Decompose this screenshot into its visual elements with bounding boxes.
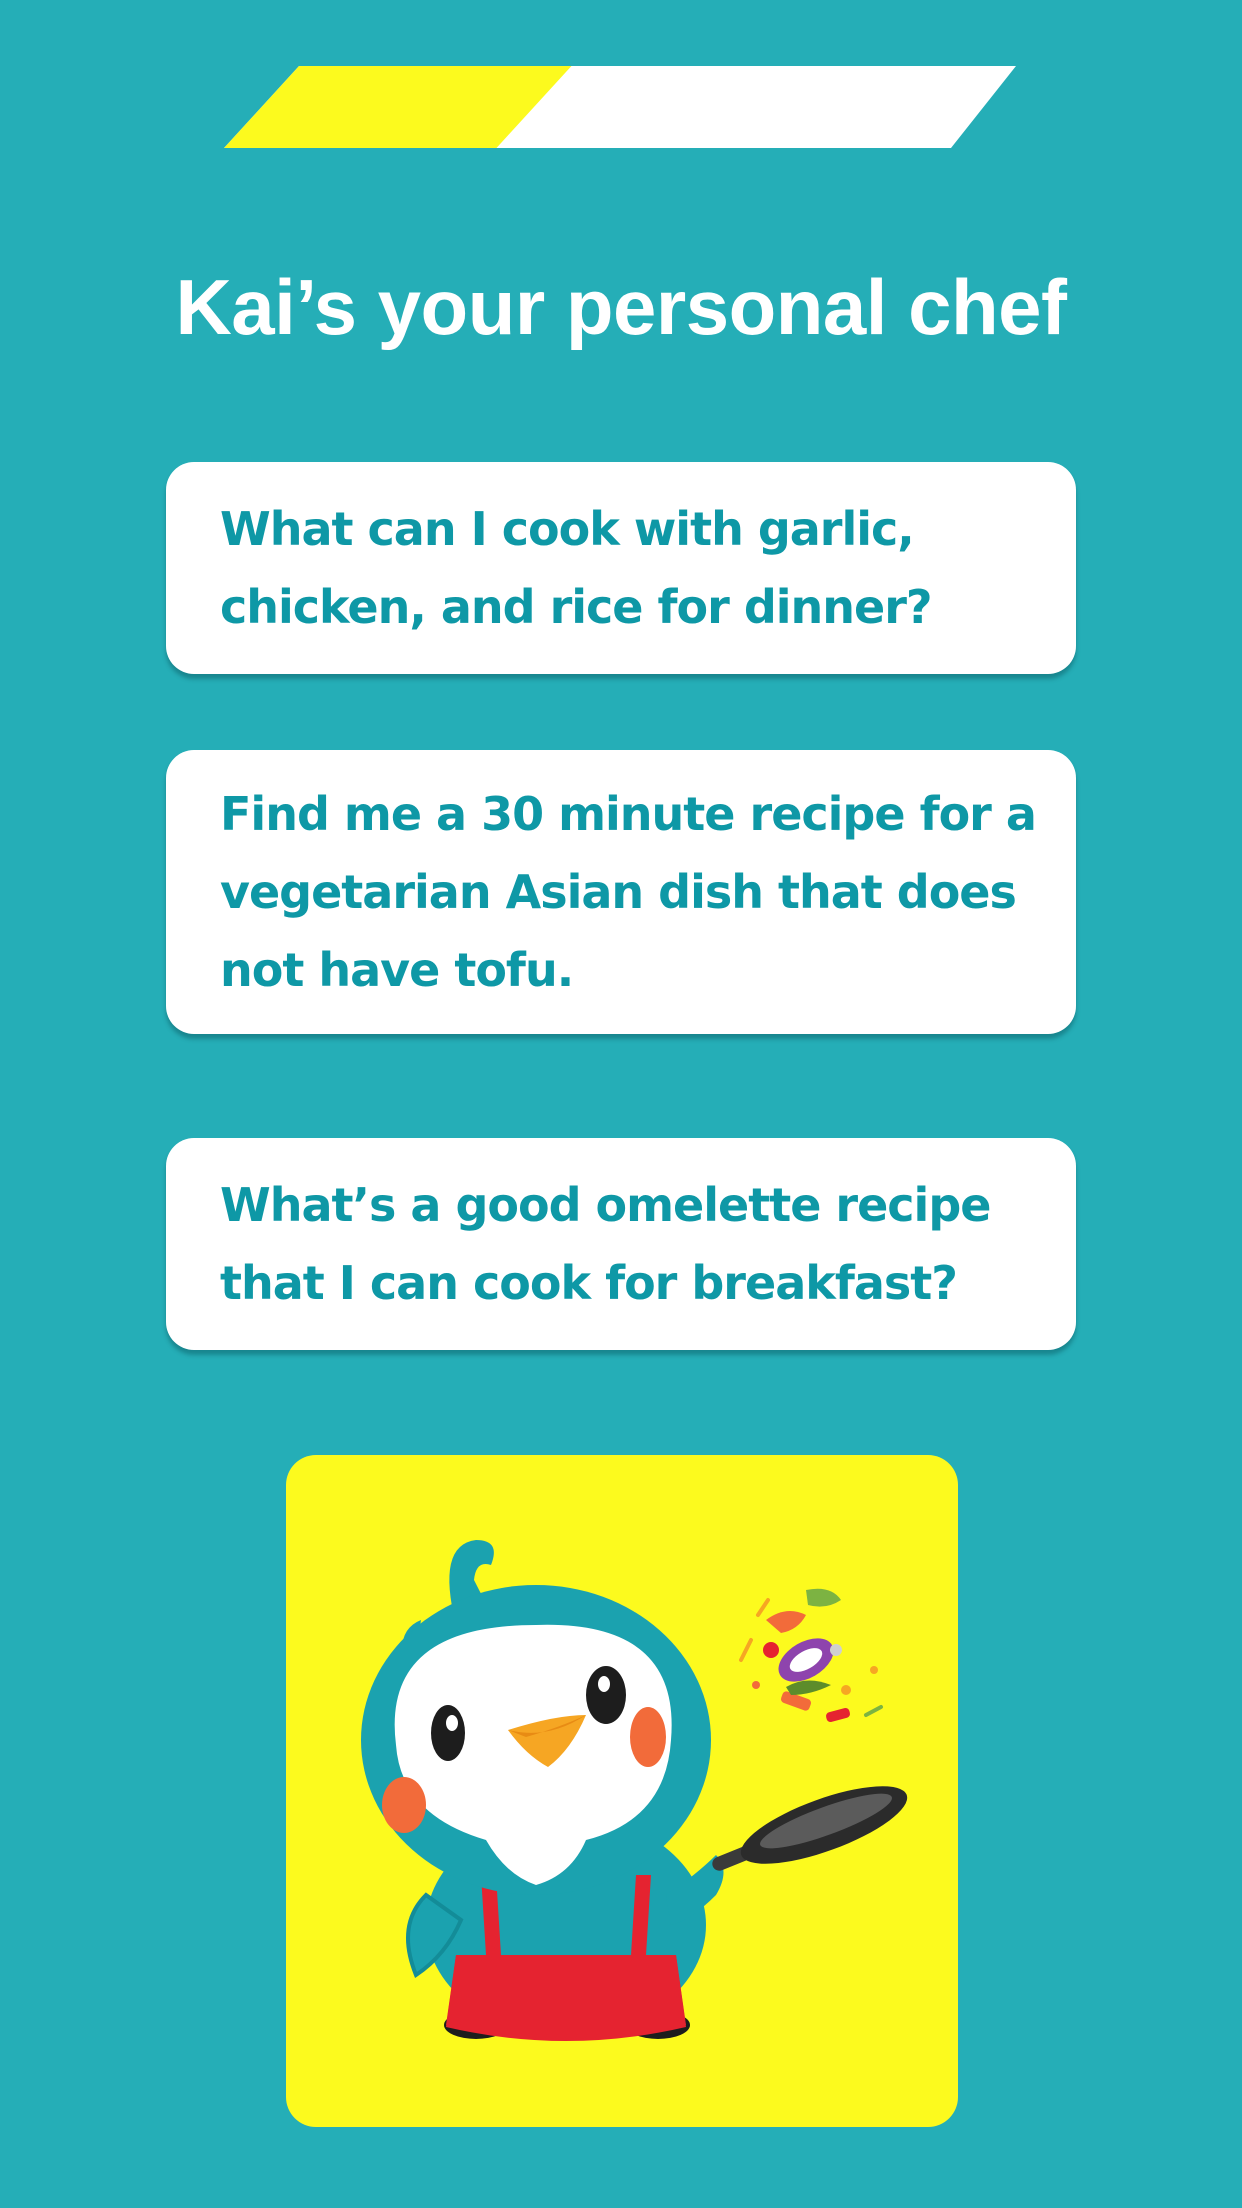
kai-chef-mascot-icon <box>361 1540 908 2041</box>
suggestion-card-vegetarian-asian[interactable]: Find me a 30 minute recipe for a vegetar… <box>166 750 1076 1034</box>
suggestion-text: What’s a good omelette recipe that I can… <box>220 1178 991 1310</box>
suggestion-card-omelette[interactable]: What’s a good omelette recipe that I can… <box>166 1138 1076 1350</box>
suggestion-text: What can I cook with garlic, chicken, an… <box>220 502 933 634</box>
mascot-card <box>286 1455 958 2127</box>
suggestion-text: Find me a 30 minute recipe for a vegetar… <box>220 787 1037 997</box>
progress-bar <box>224 66 1016 148</box>
page-title: Kai’s your personal chef <box>175 263 1067 351</box>
suggestion-card-garlic-chicken-rice[interactable]: What can I cook with garlic, chicken, an… <box>166 462 1076 674</box>
